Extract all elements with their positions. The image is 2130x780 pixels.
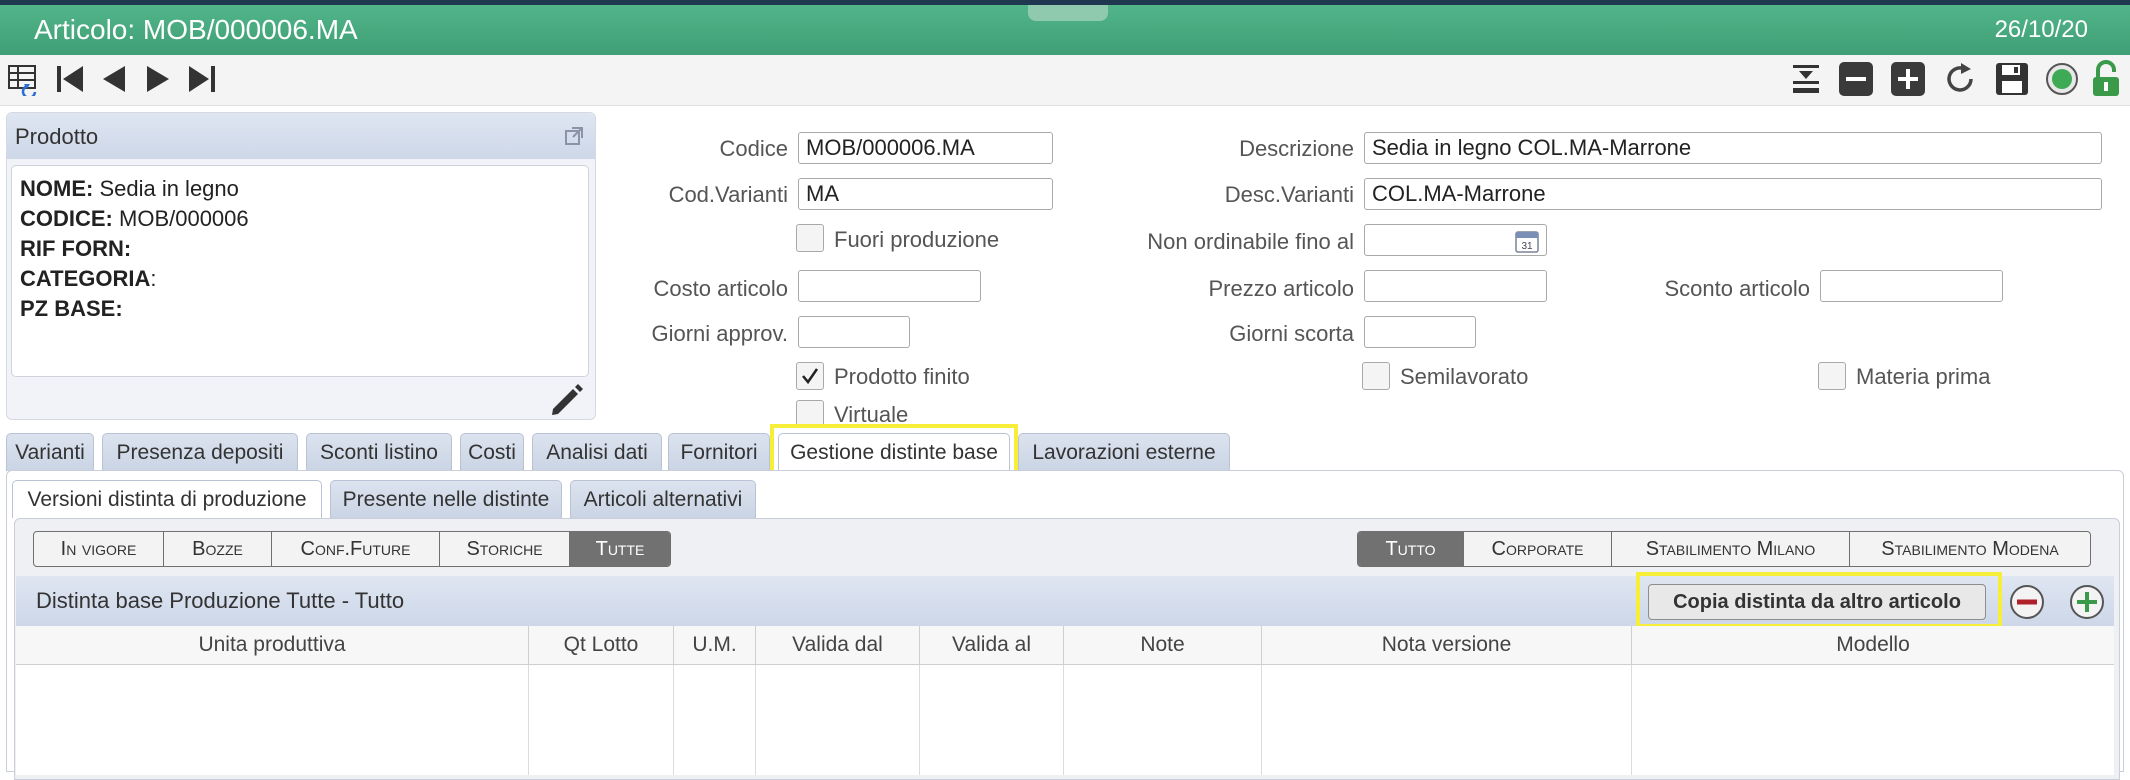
fuori-produzione-label: Fuori produzione [834,227,1000,252]
prezzo-articolo-field[interactable] [1364,270,1547,302]
cod-varianti-label: Cod.Varianti [668,182,788,207]
giorni-scorta-field[interactable] [1364,316,1476,348]
prodotto-finito-checkbox[interactable] [796,362,824,390]
filter-tutte[interactable]: Tutte [570,532,670,566]
filter-stabilimento-milano[interactable]: Stabilimento Milano [1612,532,1850,566]
subtab-articoli-alternativi[interactable]: Articoli alternativi [570,480,756,518]
next-record-icon[interactable] [138,59,178,99]
tab-varianti[interactable]: Varianti [6,433,94,471]
column-modello[interactable]: Modello [1632,626,2114,664]
column-valida-al[interactable]: Valida al [920,626,1064,664]
descrizione-field[interactable]: Sedia in legno COL.MA-Marrone [1364,132,2102,164]
semilavorato-label: Semilavorato [1400,364,1529,389]
insert-row-icon[interactable] [1786,59,1826,99]
filter-tutto[interactable]: Tutto [1358,532,1464,566]
filter-storiche[interactable]: Storiche [440,532,570,566]
first-record-icon[interactable] [50,59,90,99]
column-um[interactable]: U.M. [674,626,756,664]
product-codice: CODICE: MOB/000006 [20,206,249,231]
giorni-scorta-label: Giorni scorta [1229,321,1354,346]
remove-icon[interactable] [1836,59,1876,99]
sconto-articolo-field[interactable] [1820,270,2003,302]
subtab-presente-nelle-distinte[interactable]: Presente nelle distinte [330,480,562,518]
virtuale-label: Virtuale [834,402,909,424]
filter-conf-future[interactable]: Conf.Future [272,532,440,566]
previous-record-icon[interactable] [94,59,134,99]
product-nome: NOME: Sedia in legno [20,176,239,201]
remove-row-icon[interactable] [2008,583,2046,626]
column-note[interactable]: Note [1064,626,1262,664]
table-list-icon[interactable] [4,59,44,99]
tab-costi[interactable]: Costi [460,433,524,471]
column-qt-lotto[interactable]: Qt Lotto [529,626,674,664]
grid-title: Distinta base Produzione Tutte - Tutto [36,588,405,613]
product-panel: Prodotto NOME: Sedia in legno CODICE: MO… [6,112,596,420]
column-nota-versione[interactable]: Nota versione [1262,626,1632,664]
sconto-articolo-label: Sconto articolo [1664,276,1810,301]
product-panel-title: Prodotto [15,124,99,149]
column-valida-dal[interactable]: Valida dal [756,626,920,664]
desc-varianti-label: Desc.Varianti [1224,182,1354,207]
calendar-day: 31 [1521,241,1533,252]
column-unita-produttiva[interactable]: Unita produttiva [16,626,529,664]
virtuale-row: Virtuale [780,398,1080,424]
window-title: Articolo: MOB/000006.MA [34,14,358,45]
tab-sconti-listino[interactable]: Sconti listino [306,433,452,471]
add-icon[interactable] [1888,59,1928,99]
materia-prima-checkbox[interactable] [1818,362,1846,390]
tab-analisi-dati[interactable]: Analisi dati [532,433,662,471]
non-ordinabile-label: Non ordinabile fino al [1147,229,1354,254]
codice-label: Codice [719,136,788,161]
desc-varianti-field[interactable]: COL.MA-Marrone [1364,178,2102,210]
semilavorato-checkbox[interactable] [1362,362,1390,390]
filter-in-vigore[interactable]: In vigore [34,532,164,566]
tab-lavorazioni-esterne[interactable]: Lavorazioni esterne [1018,433,1230,471]
codice-field[interactable]: MOB/000006.MA [798,132,1053,164]
title-bar: Articolo: MOB/000006.MA 26/10/20 [0,5,2130,55]
product-rif-forn: RIF FORN: [20,236,132,261]
product-pz-base: PZ BASE: [20,296,123,321]
materia-prima-label: Materia prima [1856,364,1991,389]
status-icon[interactable] [2042,59,2082,99]
header-date: 26/10/20 [1994,16,2088,43]
tab-fornitori[interactable]: Fornitori [668,433,770,471]
fuori-produzione-checkbox[interactable] [796,224,824,252]
product-categoria: CATEGORIA: [20,266,157,291]
filter-bozze[interactable]: Bozze [164,532,272,566]
tab-presenza-depositi[interactable]: Presenza depositi [102,433,298,471]
refresh-icon[interactable] [1940,59,1980,99]
toolbar [0,55,2130,106]
filter-corporate[interactable]: Corporate [1464,532,1612,566]
prezzo-articolo-label: Prezzo articolo [1208,276,1354,301]
product-summary: NOME: Sedia in legno CODICE: MOB/000006 … [11,165,589,377]
descrizione-label: Descrizione [1239,136,1354,161]
unlock-icon[interactable] [2086,59,2126,99]
product-panel-header: Prodotto [7,113,595,159]
giorni-approv-label: Giorni approv. [651,321,788,346]
checkmark-icon [802,368,819,385]
costo-articolo-label: Costo articolo [653,276,788,301]
save-icon[interactable] [1992,59,2032,99]
cod-varianti-field[interactable]: MA [798,178,1053,210]
costo-articolo-field[interactable] [798,270,981,302]
edit-pencil-icon[interactable] [547,381,585,424]
popout-icon[interactable] [563,125,585,152]
calendar-icon[interactable]: 31 [1514,228,1540,259]
grid-column-headers: Unita produttiva Qt Lotto U.M. Valida da… [16,626,2114,665]
giorni-approv-field[interactable] [798,316,910,348]
add-row-icon[interactable] [2068,583,2106,626]
subtab-versioni-distinta[interactable]: Versioni distinta di produzione [12,480,322,518]
virtuale-checkbox[interactable] [796,400,824,424]
state-filter: In vigore Bozze Conf.Future Storiche Tut… [33,531,671,567]
grid-body [16,665,2114,775]
last-record-icon[interactable] [182,59,222,99]
prodotto-finito-label: Prodotto finito [834,364,970,389]
filter-stabilimento-modena[interactable]: Stabilimento Modena [1850,532,2090,566]
copy-button-highlight [1636,572,2002,628]
site-filter: Tutto Corporate Stabilimento Milano Stab… [1357,531,2091,567]
drag-handle[interactable] [1028,5,1108,21]
